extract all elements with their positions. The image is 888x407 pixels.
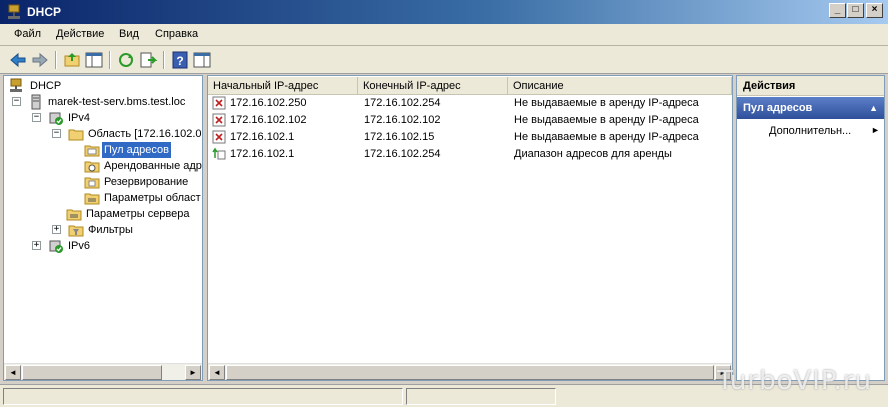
tree-label-selected: Пул адресов	[102, 142, 171, 158]
actions-section-address-pool[interactable]: Пул адресов ▲	[737, 97, 884, 119]
cell-start-ip: 172.16.102.250	[230, 97, 307, 109]
tree-node-scope-options[interactable]: Параметры област	[84, 190, 202, 206]
cell-description: Диапазон адресов для аренды	[514, 148, 672, 160]
tree-label: IPv4	[68, 112, 91, 124]
submenu-arrow-icon: ►	[871, 125, 880, 135]
cell-start-ip: 172.16.102.102	[230, 114, 307, 126]
column-header-end-ip[interactable]: Конечный IP-адрес	[358, 77, 508, 95]
expand-toggle[interactable]: +	[52, 225, 61, 234]
toolbar-separator	[163, 51, 165, 69]
tree-label: Резервирование	[104, 176, 189, 188]
minimize-button[interactable]: _	[829, 3, 846, 18]
help-icon[interactable]: ?	[170, 50, 190, 70]
properties-icon[interactable]	[192, 50, 212, 70]
list-horizontal-scrollbar[interactable]: ◄ ►	[208, 363, 732, 380]
menu-help[interactable]: Справка	[155, 28, 198, 40]
toolbar-separator	[109, 51, 111, 69]
scroll-left-button[interactable]: ◄	[5, 365, 21, 380]
range-icon	[212, 147, 226, 160]
up-folder-icon[interactable]	[62, 50, 82, 70]
menu-view[interactable]: Вид	[119, 28, 139, 40]
cell-end-ip: 172.16.102.254	[364, 97, 441, 109]
cell-end-ip: 172.16.102.102	[364, 114, 441, 126]
cell-start-ip: 172.16.102.1	[230, 131, 295, 143]
status-cell	[3, 388, 403, 405]
menu-action[interactable]: Действие	[56, 28, 104, 40]
cell-description: Не выдаваемые в аренду IP-адреса	[514, 131, 699, 143]
table-row[interactable]: 172.16.102.1 172.16.102.254 Диапазон адр…	[208, 146, 732, 163]
cell-start-ip: 172.16.102.1	[230, 148, 295, 160]
tree-horizontal-scrollbar[interactable]: ◄ ►	[4, 363, 202, 380]
close-button[interactable]: ×	[866, 3, 883, 18]
watermark-text: TurboVIP.ru	[716, 366, 872, 396]
table-row[interactable]: 172.16.102.250 172.16.102.254 Не выдавае…	[208, 95, 732, 112]
forward-icon[interactable]	[30, 50, 50, 70]
toolbar-separator	[55, 51, 57, 69]
cell-description: Не выдаваемые в аренду IP-адреса	[514, 114, 699, 126]
scope-options-icon	[84, 193, 100, 205]
svg-text:?: ?	[176, 54, 183, 68]
back-icon[interactable]	[8, 50, 28, 70]
scroll-left-button[interactable]: ◄	[209, 365, 225, 380]
tree-label: Область [172.16.102.0	[88, 128, 202, 140]
tree-node-server[interactable]: − marek-test-serv.bms.test.loc	[12, 94, 200, 110]
cell-description: Не выдаваемые в аренду IP-адреса	[514, 97, 699, 109]
tree-label: marek-test-serv.bms.test.loc	[48, 96, 186, 108]
exclusion-icon	[212, 96, 226, 110]
dhcp-app-icon	[8, 4, 20, 19]
server-icon	[31, 94, 41, 110]
menu-bar: Файл Действие Вид Справка	[0, 24, 888, 46]
leases-clock-icon	[84, 161, 100, 173]
cell-end-ip: 172.16.102.254	[364, 148, 441, 160]
table-row[interactable]: 172.16.102.102 172.16.102.102 Не выдавае…	[208, 112, 732, 129]
window-title: DHCP	[27, 5, 62, 19]
column-header-start-ip[interactable]: Начальный IP-адрес	[208, 77, 358, 95]
show-hide-tree-icon[interactable]	[84, 50, 104, 70]
exclusion-icon	[212, 130, 226, 144]
title-bar: DHCP _ □ ×	[0, 0, 888, 24]
dhcp-root-icon	[10, 78, 22, 92]
folder-icon	[68, 129, 84, 141]
actions-section-label: Пул адресов	[743, 102, 813, 114]
exclusion-icon	[212, 113, 226, 127]
scroll-right-button[interactable]: ►	[185, 365, 201, 380]
scroll-thumb[interactable]	[226, 365, 714, 380]
console-tree: DHCP − marek-test-serv.bms.test.loc − IP…	[3, 75, 203, 381]
collapse-up-icon[interactable]: ▲	[869, 97, 878, 119]
toolbar: ?	[0, 46, 888, 74]
tree-node-scope[interactable]: − Область [172.16.102.0	[52, 126, 202, 142]
filter-icon	[68, 225, 84, 237]
expand-toggle[interactable]: +	[32, 241, 41, 250]
tree-label: DHCP	[30, 80, 62, 92]
collapse-toggle[interactable]: −	[52, 129, 61, 138]
ipv4-green-icon	[49, 112, 63, 125]
ipv6-green-icon	[49, 240, 63, 253]
column-header-description[interactable]: Описание	[508, 77, 732, 95]
address-pool-folder-icon	[84, 145, 100, 157]
actions-pane: Действия Пул адресов ▲ Дополнительн... ►	[736, 75, 885, 381]
maximize-button[interactable]: □	[847, 3, 864, 18]
collapse-toggle[interactable]: −	[12, 97, 21, 106]
tree-node-leases[interactable]: Арендованные адр	[84, 158, 202, 174]
tree-label: Фильтры	[88, 224, 133, 236]
server-options-icon	[66, 209, 82, 221]
tree-label: Параметры област	[104, 192, 201, 204]
table-row[interactable]: 172.16.102.1 172.16.102.15 Не выдаваемые…	[208, 129, 732, 146]
tree-label: Арендованные адр	[104, 160, 202, 172]
reservations-folder-icon	[84, 177, 100, 189]
actions-more-item[interactable]: Дополнительн...	[769, 125, 851, 137]
export-list-icon[interactable]	[138, 50, 158, 70]
actions-header: Действия	[737, 76, 884, 96]
scroll-thumb[interactable]	[22, 365, 162, 380]
refresh-icon[interactable]	[116, 50, 136, 70]
collapse-toggle[interactable]: −	[32, 113, 41, 122]
cell-end-ip: 172.16.102.15	[364, 131, 435, 143]
menu-file[interactable]: Файл	[14, 28, 41, 40]
tree-label: Параметры сервера	[86, 208, 190, 220]
results-list: Начальный IP-адрес Конечный IP-адрес Опи…	[207, 75, 733, 381]
tree-label: IPv6	[68, 240, 91, 252]
status-cell	[406, 388, 556, 405]
